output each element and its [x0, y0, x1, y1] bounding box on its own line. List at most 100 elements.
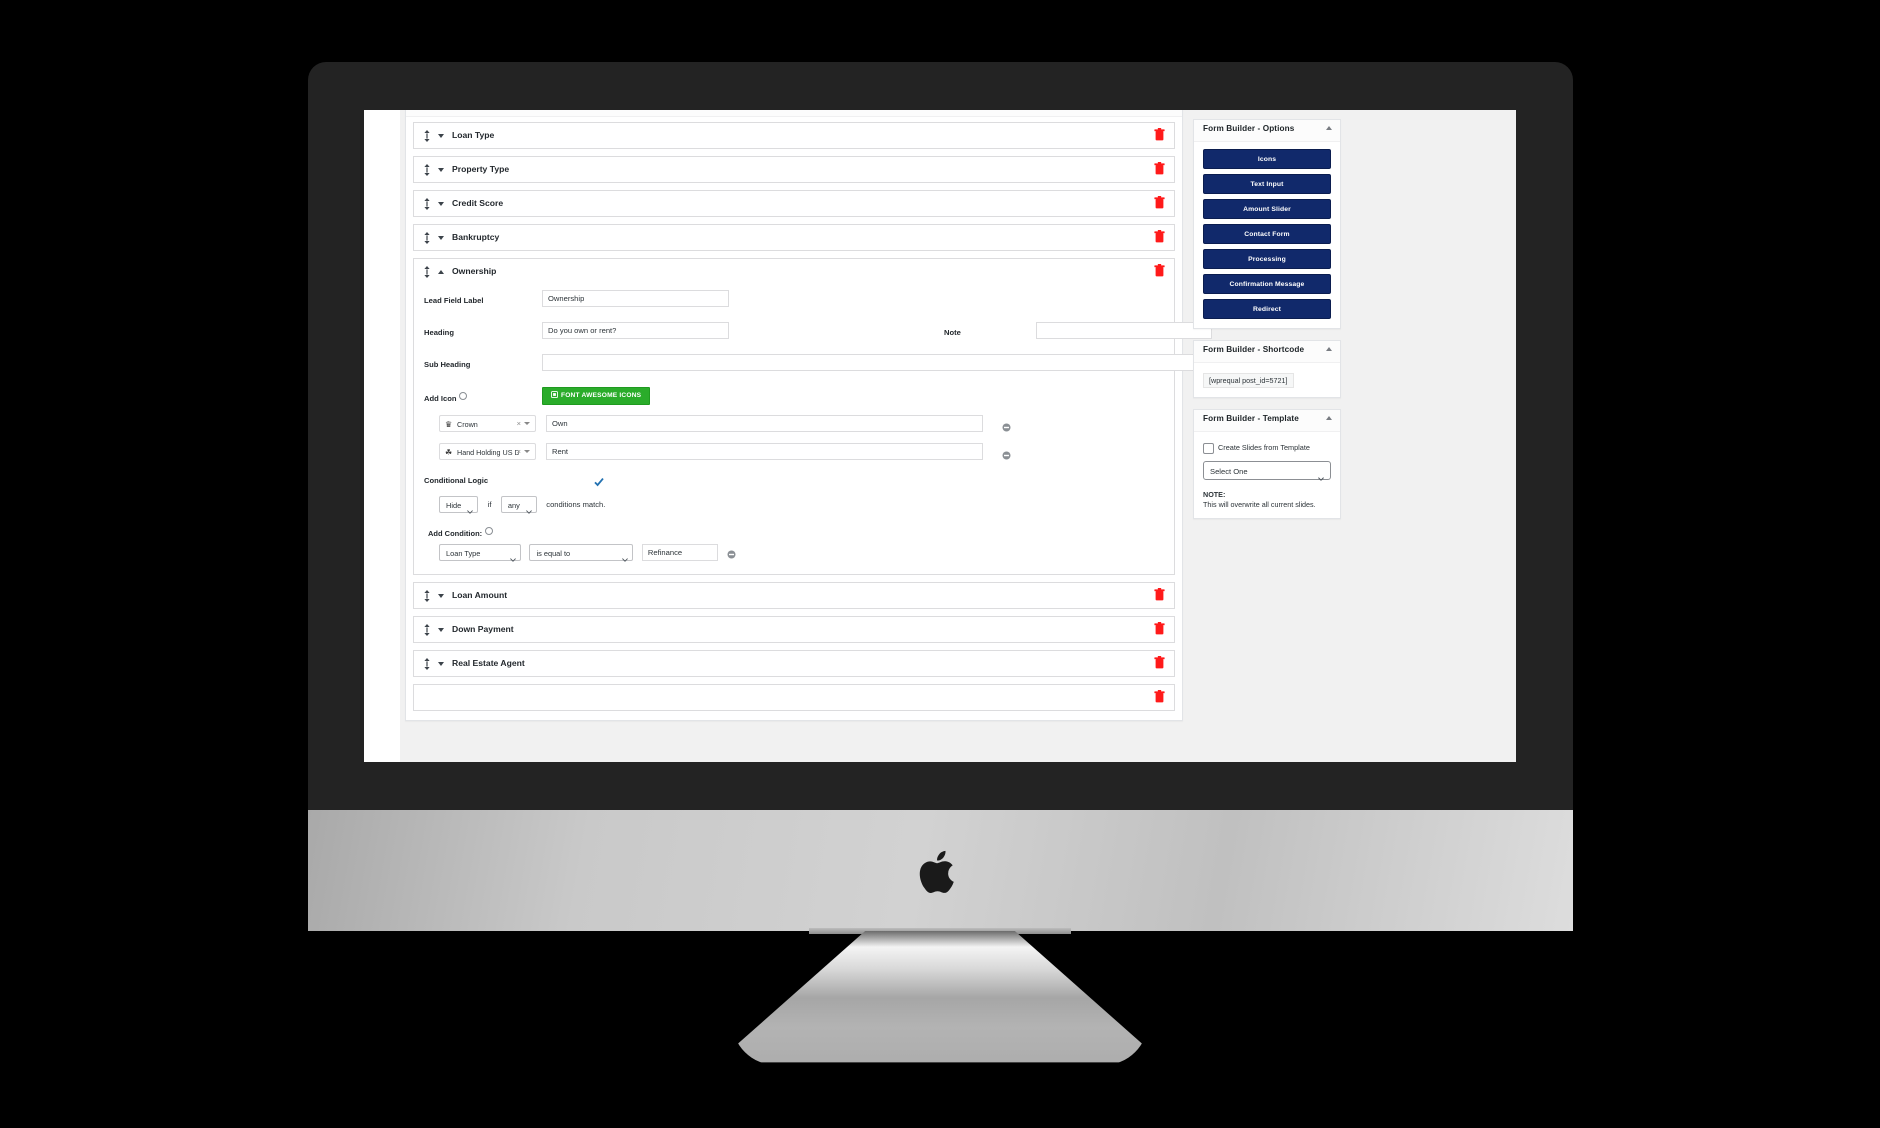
clear-icon[interactable]: ×: [517, 447, 521, 456]
option-button-confirmation-message[interactable]: Confirmation Message: [1203, 274, 1331, 294]
slide-header[interactable]: Bankruptcy: [414, 225, 1174, 250]
template-select[interactable]: Select One: [1203, 461, 1331, 481]
heading-input[interactable]: [542, 322, 729, 339]
drag-handle-icon[interactable]: [423, 657, 431, 670]
template-note-heading: NOTE:: [1203, 490, 1226, 499]
slide-header[interactable]: Loan Amount: [414, 583, 1174, 608]
lead-field-label-input[interactable]: [542, 290, 729, 307]
chevron-up-icon[interactable]: [1326, 126, 1332, 130]
trash-icon[interactable]: [1154, 196, 1165, 209]
chevron-down-icon[interactable]: [438, 134, 444, 138]
clear-icon[interactable]: ×: [517, 419, 521, 428]
slide-item: Down Payment: [413, 616, 1175, 643]
template-panel-header[interactable]: Form Builder - Template: [1194, 410, 1340, 432]
trash-icon[interactable]: [1154, 264, 1165, 277]
condition-match-value: any: [507, 501, 520, 511]
options-panel-body: Icons Text Input Amount Slider Contact F…: [1194, 142, 1340, 328]
condition-if-text: if: [487, 500, 492, 510]
add-condition-icon[interactable]: [485, 527, 494, 535]
drag-handle-icon[interactable]: [423, 265, 431, 278]
chevron-down-icon[interactable]: [438, 628, 444, 632]
condition-value-input[interactable]: [641, 544, 718, 562]
create-slides-checkbox[interactable]: [1203, 443, 1214, 454]
slide-header[interactable]: [414, 685, 1174, 710]
slide-item: Bankruptcy: [413, 224, 1175, 251]
chevron-down-icon: [525, 503, 532, 515]
chevron-down-icon[interactable]: [524, 422, 530, 425]
drag-handle-icon[interactable]: [423, 589, 431, 602]
trash-icon[interactable]: [1154, 128, 1165, 141]
trash-icon[interactable]: [1154, 230, 1165, 243]
option-button-redirect[interactable]: Redirect: [1203, 299, 1331, 319]
remove-option-icon[interactable]: [1002, 419, 1011, 432]
sub-heading-label: Sub Heading: [424, 360, 471, 369]
sub-heading-input[interactable]: [542, 354, 1227, 371]
conditional-logic-label: Conditional Logic: [424, 476, 489, 485]
drag-handle-icon[interactable]: [423, 623, 431, 636]
options-panel-header[interactable]: Form Builder - Options: [1194, 120, 1340, 142]
condition-field-select[interactable]: Loan Type: [439, 544, 521, 563]
drag-handle-icon[interactable]: [423, 197, 431, 210]
option-button-icons[interactable]: Icons: [1203, 149, 1331, 169]
chevron-down-icon[interactable]: [438, 594, 444, 598]
slide-header[interactable]: Property Type: [414, 157, 1174, 182]
drag-handle-icon[interactable]: [423, 231, 431, 244]
icon-select-own[interactable]: ♛ Crown ×: [439, 415, 536, 432]
icon-select-rent[interactable]: ☘ Hand Holding US Do... ×: [439, 443, 536, 460]
condition-operator-select[interactable]: is equal to: [529, 544, 634, 563]
trash-icon[interactable]: [1154, 656, 1165, 669]
chevron-down-icon[interactable]: [438, 662, 444, 666]
shortcode-panel-header[interactable]: Form Builder - Shortcode: [1194, 341, 1340, 363]
condition-row: Loan Type is equal to: [439, 544, 1174, 566]
drag-handle-icon[interactable]: [423, 129, 431, 142]
help-circle-icon[interactable]: [459, 392, 468, 400]
remove-condition-icon[interactable]: [727, 546, 736, 559]
slide-item: Property Type: [413, 156, 1175, 183]
form-builder-slides-panel: Form Builder - Slides: [405, 110, 1227, 721]
chevron-down-icon[interactable]: [524, 450, 530, 453]
condition-match-select[interactable]: any: [500, 496, 537, 515]
condition-action-select[interactable]: Hide: [439, 496, 479, 515]
trash-icon[interactable]: [1154, 588, 1165, 601]
chevron-down-icon[interactable]: [438, 202, 444, 206]
trash-icon[interactable]: [1154, 690, 1165, 703]
slide-header[interactable]: Credit Score: [414, 191, 1174, 216]
slide-title: Bankruptcy: [452, 232, 500, 242]
chevron-down-icon[interactable]: [438, 168, 444, 172]
slide-header[interactable]: Loan Type: [414, 123, 1174, 148]
wp-content-area: Form Builder - Slides: [400, 110, 1516, 762]
font-awesome-icons-button[interactable]: FONT AWESOME ICONS: [542, 387, 651, 405]
option-text-rent[interactable]: [546, 443, 983, 460]
sub-heading-row: Sub Heading: [414, 354, 1227, 380]
slide-item-partial: [413, 684, 1175, 711]
shortcode-value[interactable]: [wprequal post_id=5721]: [1203, 373, 1294, 388]
note-input[interactable]: [1036, 322, 1212, 339]
trash-icon[interactable]: [1154, 162, 1165, 175]
option-button-amount-slider[interactable]: Amount Slider: [1203, 199, 1331, 219]
chevron-up-icon[interactable]: [1326, 416, 1332, 420]
slide-header[interactable]: Ownership: [414, 259, 1174, 284]
trash-icon[interactable]: [1154, 622, 1165, 635]
chevron-up-icon[interactable]: [438, 270, 444, 274]
wordpress-admin-page: Form Builder - Slides: [364, 110, 1516, 762]
ownership-slide-body: Lead Field Label Heading Note: [414, 284, 1227, 574]
remove-option-icon[interactable]: [1002, 447, 1011, 460]
condition-operator-value: is equal to: [536, 549, 571, 559]
chevron-up-icon[interactable]: [1326, 347, 1332, 351]
conditional-logic-checkbox[interactable]: [594, 474, 604, 487]
slide-header[interactable]: Down Payment: [414, 617, 1174, 642]
template-panel-title: Form Builder - Template: [1203, 414, 1299, 423]
option-button-processing[interactable]: Processing: [1203, 249, 1331, 269]
chevron-down-icon[interactable]: [438, 236, 444, 240]
form-builder-shortcode-panel: Form Builder - Shortcode [wprequal post_…: [1193, 340, 1341, 398]
lead-field-label-row: Lead Field Label: [414, 290, 1174, 316]
slides-panel-header[interactable]: Form Builder - Slides: [406, 110, 1182, 117]
drag-handle-icon[interactable]: [423, 163, 431, 176]
create-slides-checkbox-row[interactable]: Create Slides from Template: [1203, 443, 1331, 454]
option-button-contact-form[interactable]: Contact Form: [1203, 224, 1331, 244]
option-button-text-input[interactable]: Text Input: [1203, 174, 1331, 194]
option-text-own[interactable]: [546, 415, 983, 432]
add-icon-text: Add Icon: [424, 394, 457, 403]
slide-title: Property Type: [452, 164, 510, 174]
slide-header[interactable]: Real Estate Agent: [414, 651, 1174, 676]
